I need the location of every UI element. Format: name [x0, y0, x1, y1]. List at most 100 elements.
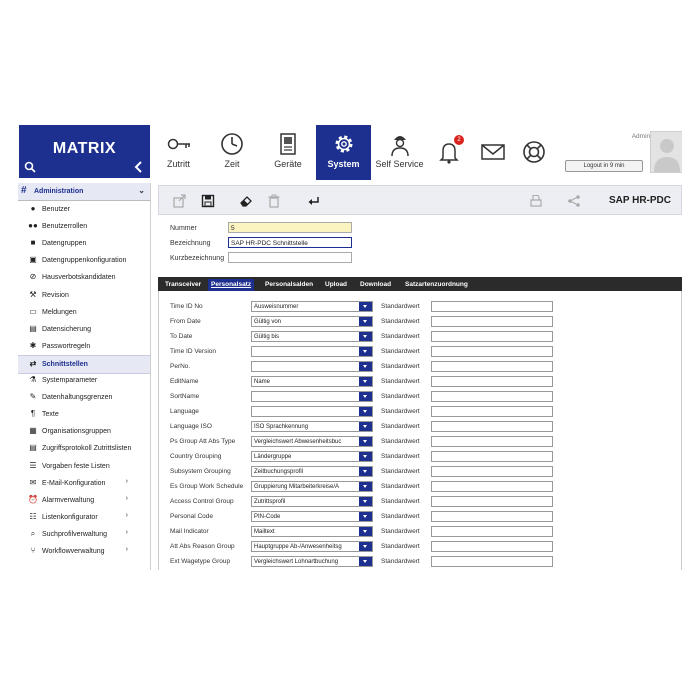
tab-personalsatz[interactable]: Personalsatz — [208, 279, 255, 291]
tab-upload[interactable]: Upload — [322, 279, 350, 291]
save-icon[interactable] — [201, 194, 215, 208]
field-select[interactable]: ISO Sprachkennung — [251, 421, 373, 432]
sidebar-item-meldungen[interactable]: ▭ Meldungen — [18, 304, 150, 321]
field-select[interactable] — [251, 361, 373, 372]
default-value-input[interactable] — [431, 481, 553, 492]
field-select[interactable] — [251, 346, 373, 357]
sidebar-item-systemparameter[interactable]: ⚗ Systemparameter — [18, 372, 150, 389]
sidebar-item-benutzerrollen[interactable]: ●● Benutzerrollen — [18, 218, 150, 235]
sidebar-item-e-mail-konfiguration[interactable]: ✉ E-Mail-Konfiguration › — [18, 475, 150, 492]
chevron-down-icon[interactable] — [359, 542, 372, 551]
sidebar-item-hausverbotskandidaten[interactable]: ⊘ Hausverbotskandidaten — [18, 269, 150, 286]
sidebar-item-alarmverwaltung[interactable]: ⏰ Alarmverwaltung › — [18, 492, 150, 509]
sidebar-item-datengruppen[interactable]: ■ Datengruppen — [18, 235, 150, 252]
field-select[interactable]: Gültig von — [251, 316, 373, 327]
logout-button[interactable]: Logout in 9 min — [565, 160, 643, 172]
chevron-down-icon[interactable] — [359, 377, 372, 386]
chevron-down-icon[interactable] — [359, 512, 372, 521]
sidebar-item-datengruppenkonfiguration[interactable]: ▣ Datengruppenkonfiguration — [18, 252, 150, 269]
export-icon[interactable] — [173, 194, 187, 208]
field-select[interactable]: Zutrittsprofil — [251, 496, 373, 507]
default-value-input[interactable] — [431, 541, 553, 552]
field-select[interactable]: Gültig bis — [251, 331, 373, 342]
sidebar-item-organisationsgruppen[interactable]: ▦ Organisationsgruppen — [18, 423, 150, 440]
tab-satzartenzuordnung[interactable]: Satzartenzuordnung — [402, 279, 471, 291]
nav-zeit[interactable]: Zeit — [206, 125, 258, 180]
tab-personalsalden[interactable]: Personalsalden — [262, 279, 316, 291]
nav-system[interactable]: System — [316, 125, 371, 180]
search-icon[interactable] — [24, 161, 36, 173]
default-value-input[interactable] — [431, 406, 553, 417]
chevron-down-icon[interactable] — [359, 497, 372, 506]
field-select[interactable]: Ausweisnummer — [251, 301, 373, 312]
nav-mail[interactable] — [476, 125, 510, 180]
nav-notifications[interactable] — [432, 125, 466, 180]
avatar[interactable] — [650, 131, 682, 173]
field-select[interactable]: Mailtext — [251, 526, 373, 537]
field-select[interactable]: Ländergruppe — [251, 451, 373, 462]
nummer-field[interactable]: 5 — [228, 222, 352, 233]
field-select[interactable]: Gruppierung Mitarbeiterkreise/A — [251, 481, 373, 492]
chevron-down-icon[interactable] — [359, 452, 372, 461]
chevron-down-icon[interactable] — [359, 362, 372, 371]
field-select[interactable]: Hauptgruppe Ab-/Anwesenheitsg — [251, 541, 373, 552]
chevron-down-icon[interactable] — [359, 527, 372, 536]
default-value-input[interactable] — [431, 421, 553, 432]
return-icon[interactable] — [307, 194, 321, 208]
nav-zutritt[interactable]: Zutritt — [151, 125, 206, 180]
field-select[interactable] — [251, 406, 373, 417]
default-value-input[interactable] — [431, 526, 553, 537]
chevron-down-icon[interactable] — [359, 332, 372, 341]
default-value-input[interactable] — [431, 511, 553, 522]
chevron-down-icon[interactable] — [359, 557, 372, 566]
sidebar-section-administration[interactable]: # Administration ⌄ — [18, 183, 150, 201]
default-value-input[interactable] — [431, 556, 553, 567]
chevron-down-icon[interactable] — [359, 467, 372, 476]
default-value-input[interactable] — [431, 346, 553, 357]
sidebar-item-texte[interactable]: ¶ Texte — [18, 406, 150, 423]
chevron-down-icon[interactable] — [359, 392, 372, 401]
eraser-icon[interactable] — [239, 194, 253, 208]
sidebar-item-suchprofilverwaltung[interactable]: ⌕ Suchprofilverwaltung › — [18, 526, 150, 543]
default-value-input[interactable] — [431, 331, 553, 342]
field-select[interactable]: Vergleichswert Lohnartbuchung — [251, 556, 373, 567]
nav-geraete[interactable]: Geräte — [260, 125, 316, 180]
sidebar-item-benutzer[interactable]: ● Benutzer — [18, 201, 150, 218]
sidebar-item-listenkonfigurator[interactable]: ☷ Listenkonfigurator › — [18, 509, 150, 526]
default-value-input[interactable] — [431, 436, 553, 447]
default-value-input[interactable] — [431, 301, 553, 312]
default-value-input[interactable] — [431, 466, 553, 477]
sidebar-item-datenhaltungsgrenzen[interactable]: ✎ Datenhaltungsgrenzen — [18, 389, 150, 406]
field-select[interactable] — [251, 391, 373, 402]
default-value-input[interactable] — [431, 316, 553, 327]
share-icon[interactable] — [567, 194, 581, 208]
tab-download[interactable]: Download — [357, 279, 394, 291]
default-value-input[interactable] — [431, 361, 553, 372]
field-select[interactable]: Zeitbuchungsprofil — [251, 466, 373, 477]
chevron-down-icon[interactable] — [359, 482, 372, 491]
sidebar-item-passwortregeln[interactable]: ✱ Passwortregeln — [18, 338, 150, 355]
nav-self-service[interactable]: Self Service — [371, 125, 428, 180]
chevron-down-icon[interactable] — [359, 317, 372, 326]
field-select[interactable]: Vergleichswert Abwesenheitsbuc — [251, 436, 373, 447]
chevron-left-icon[interactable] — [134, 161, 144, 173]
chevron-down-icon[interactable] — [359, 437, 372, 446]
tab-transceiver[interactable]: Transceiver — [162, 279, 204, 291]
sidebar-item-zugriffsprotokoll-zutrittslisten[interactable]: ▤ Zugriffsprotokoll Zutrittslisten — [18, 440, 150, 457]
chevron-down-icon[interactable] — [359, 347, 372, 356]
field-select[interactable]: Name — [251, 376, 373, 387]
print-icon[interactable] — [529, 194, 543, 208]
nav-help[interactable] — [517, 125, 551, 180]
chevron-down-icon[interactable] — [359, 422, 372, 431]
default-value-input[interactable] — [431, 391, 553, 402]
default-value-input[interactable] — [431, 496, 553, 507]
chevron-down-icon[interactable] — [359, 407, 372, 416]
sidebar-item-datensicherung[interactable]: ▤ Datensicherung — [18, 321, 150, 338]
chevron-down-icon[interactable] — [359, 302, 372, 311]
sidebar-item-vorgaben-feste-listen[interactable]: ☰ Vorgaben feste Listen — [18, 458, 150, 475]
sidebar-item-workflowverwaltung[interactable]: ⑂ Workflowverwaltung › — [18, 543, 150, 560]
default-value-input[interactable] — [431, 451, 553, 462]
kurzbezeichnung-field[interactable] — [228, 252, 352, 263]
trash-icon[interactable] — [267, 194, 281, 208]
default-value-input[interactable] — [431, 376, 553, 387]
